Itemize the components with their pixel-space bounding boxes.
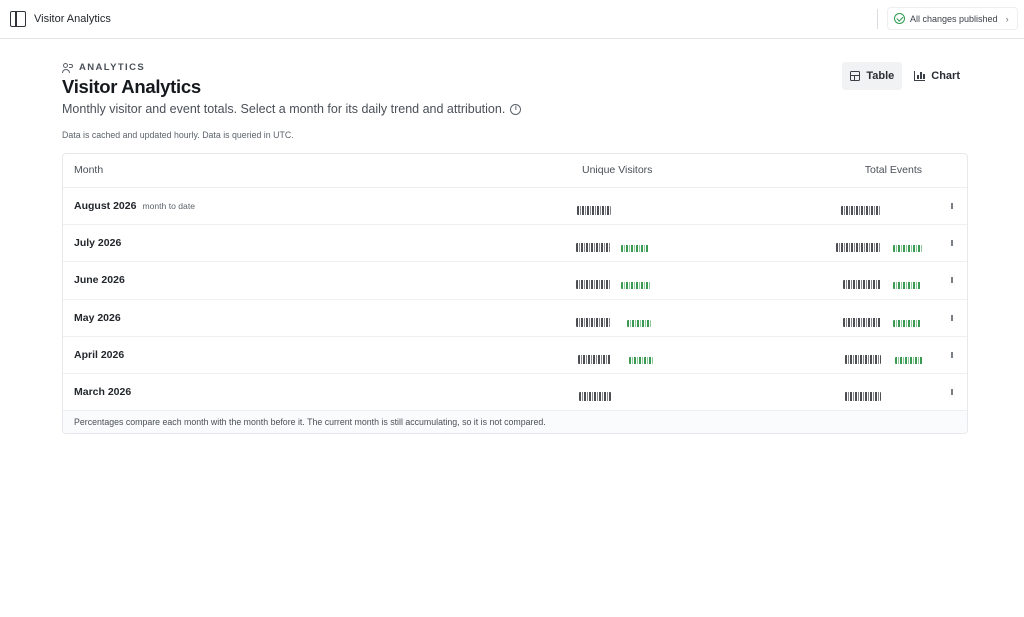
month-cell: June 2026 (74, 274, 125, 287)
unique-visitors-value (576, 239, 649, 253)
page-subtitle: Monthly visitor and event totals. Select… (62, 102, 506, 116)
table-row[interactable]: June 2026 (63, 262, 967, 300)
info-icon[interactable]: i (510, 103, 522, 115)
table-icon (850, 71, 861, 81)
table-row[interactable]: March 2026 (63, 374, 967, 412)
table-view-label: Table (866, 70, 895, 82)
bar-chart-icon (914, 71, 926, 81)
users-icon (62, 62, 74, 73)
chevron-right-icon: › (1005, 13, 1009, 24)
breadcrumb: ANALYTICS (62, 62, 145, 73)
column-header-total-events[interactable]: Total Events (865, 164, 922, 176)
row-chevron-icon (951, 203, 953, 209)
view-toggle: Table Chart (842, 62, 968, 90)
row-chevron-icon (951, 351, 953, 358)
sidebar-toggle-icon[interactable] (10, 11, 26, 27)
cache-note: Data is cached and updated hourly. Data … (62, 130, 294, 140)
unique-visitors-value (578, 351, 653, 364)
unique-visitors-value (576, 314, 651, 327)
month-cell: July 2026 (74, 237, 122, 250)
month-to-date-badge: month to date (142, 201, 195, 211)
table-row[interactable]: April 2026 (63, 337, 967, 374)
chart-view-button[interactable]: Chart (906, 62, 968, 90)
table-row[interactable]: August 2026 month to date (63, 188, 967, 226)
table-row[interactable]: May 2026 (63, 300, 967, 337)
month-cell: March 2026 (74, 385, 132, 398)
column-header-month[interactable]: Month (74, 164, 103, 176)
subtitle-row: Monthly visitor and event totals. Select… (62, 102, 522, 116)
total-events-value (841, 202, 881, 215)
app-title: Visitor Analytics (34, 13, 111, 25)
table-view-button[interactable]: Table (842, 62, 903, 90)
divider (877, 9, 878, 29)
row-chevron-icon (951, 388, 953, 395)
row-chevron-icon (951, 277, 953, 284)
total-events-value (836, 239, 923, 253)
total-events-value (845, 351, 923, 364)
row-chevron-icon (951, 314, 953, 321)
unique-visitors-value (577, 202, 611, 215)
total-events-value (843, 314, 921, 327)
column-header-unique-visitors[interactable]: Unique Visitors (582, 164, 652, 176)
publish-status-button[interactable]: All changes published › (887, 7, 1018, 30)
page-title: Visitor Analytics (62, 76, 201, 97)
visitors-table: Month Unique Visitors Total Events Augus… (62, 153, 968, 434)
top-bar: Visitor Analytics All changes published … (0, 0, 1024, 39)
check-circle-icon (894, 13, 905, 24)
row-chevron-icon (951, 240, 953, 247)
total-events-value (845, 388, 881, 401)
table-row[interactable]: July 2026 (63, 225, 967, 263)
table-footnote: Percentages compare each month with the … (63, 411, 967, 433)
unique-visitors-value (579, 388, 611, 401)
month-cell: May 2026 (74, 311, 121, 324)
unique-visitors-value (576, 276, 651, 290)
publish-status-label: All changes published (910, 13, 998, 24)
total-events-value (843, 276, 921, 290)
section-eyebrow: ANALYTICS (79, 62, 146, 73)
month-cell: April 2026 (74, 348, 125, 361)
chart-view-label: Chart (931, 70, 960, 82)
month-cell: August 2026 month to date (74, 200, 195, 212)
table-header: Month Unique Visitors Total Events (63, 154, 967, 188)
